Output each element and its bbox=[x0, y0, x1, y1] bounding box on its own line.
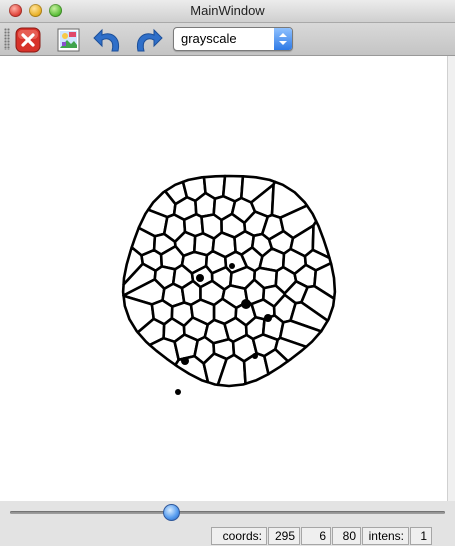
coords-label: coords: bbox=[222, 529, 262, 543]
dark-gap bbox=[264, 314, 272, 322]
intens-label: intens: bbox=[368, 529, 404, 543]
colormap-select-value: grayscale bbox=[181, 31, 237, 46]
close-x-icon bbox=[15, 27, 41, 53]
dark-gap bbox=[175, 389, 181, 395]
coord-x-value: 295 bbox=[274, 529, 295, 543]
dark-gap bbox=[241, 299, 251, 309]
cell-boundaries bbox=[121, 174, 337, 388]
open-image-button[interactable] bbox=[56, 27, 82, 53]
coord-y-cell: 6 bbox=[301, 527, 331, 545]
cell-mosaic-image bbox=[121, 174, 337, 395]
vertical-scrollbar[interactable] bbox=[447, 56, 455, 501]
undo-arrow-icon bbox=[93, 28, 120, 52]
title-bar: MainWindow bbox=[0, 0, 455, 23]
coords-label-cell: coords: bbox=[211, 527, 267, 545]
redo-button[interactable] bbox=[133, 27, 163, 53]
close-image-button[interactable] bbox=[15, 27, 41, 53]
slice-slider-bar bbox=[0, 501, 455, 525]
intens-value-cell: 1 bbox=[410, 527, 432, 545]
window-title: MainWindow bbox=[190, 3, 265, 18]
redo-arrow-icon bbox=[136, 28, 163, 52]
intens-label-cell: intens: bbox=[362, 527, 409, 545]
dark-gap bbox=[252, 353, 258, 359]
dark-gap bbox=[196, 274, 204, 282]
undo-button[interactable] bbox=[93, 27, 120, 53]
coord-z-cell: 80 bbox=[332, 527, 361, 545]
colormap-select[interactable]: grayscale bbox=[173, 27, 293, 51]
select-arrows-icon bbox=[274, 28, 292, 50]
coord-z-value: 80 bbox=[342, 529, 356, 543]
coord-x-cell: 295 bbox=[268, 527, 300, 545]
coord-y-value: 6 bbox=[319, 529, 326, 543]
intens-value: 1 bbox=[420, 529, 427, 543]
image-canvas[interactable] bbox=[0, 56, 447, 501]
image-icon bbox=[57, 28, 80, 52]
dark-gap bbox=[229, 263, 235, 269]
toolbar-grip[interactable] bbox=[4, 28, 10, 50]
toolbar: grayscale bbox=[0, 23, 455, 56]
slice-slider-track[interactable] bbox=[10, 511, 445, 514]
status-bar: coords: 295 6 80 intens: 1 bbox=[0, 525, 455, 546]
dark-gap bbox=[181, 357, 189, 365]
slice-slider-thumb[interactable] bbox=[162, 504, 180, 521]
